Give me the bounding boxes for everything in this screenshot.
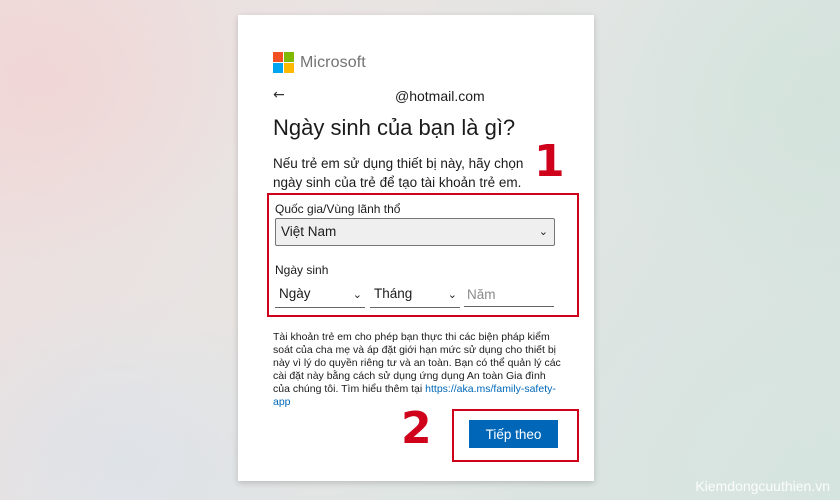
annotation-number-2: 2 — [401, 403, 432, 454]
watermark: Kiemdongcuuthien.vn — [695, 478, 830, 494]
fine-print: Tài khoản trẻ em cho phép bạn thực thi c… — [273, 331, 563, 409]
identity-banner: ← @hotmail.com — [273, 87, 573, 109]
annotation-number-1: 1 — [534, 136, 565, 187]
page-title: Ngày sinh của bạn là gì? — [273, 115, 516, 140]
back-arrow-icon[interactable]: ← — [273, 87, 285, 103]
annotation-box-2 — [452, 409, 579, 462]
microsoft-logo: Microsoft — [273, 52, 366, 73]
microsoft-logo-icon — [273, 52, 294, 73]
page-description: Nếu trẻ em sử dụng thiết bị này, hãy chọ… — [273, 156, 524, 190]
account-email: @hotmail.com — [395, 88, 485, 104]
annotation-box-1 — [267, 193, 579, 317]
logo-text: Microsoft — [300, 53, 366, 71]
